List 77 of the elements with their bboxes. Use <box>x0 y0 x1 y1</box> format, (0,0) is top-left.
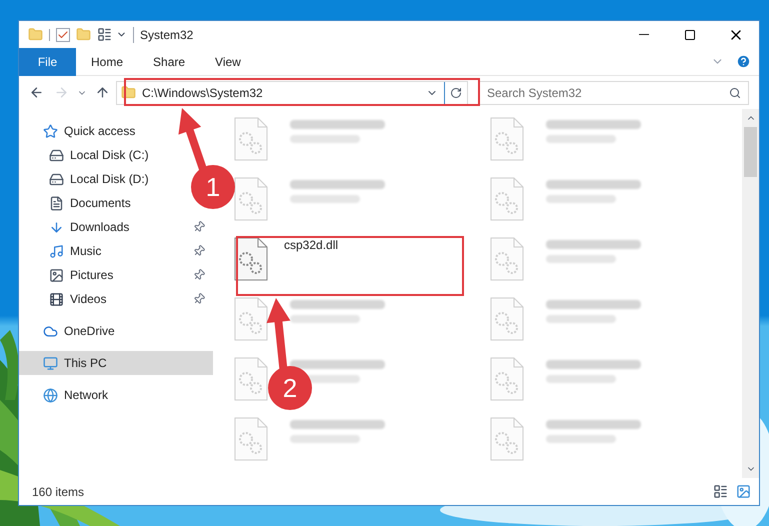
refresh-icon[interactable] <box>450 86 462 98</box>
blurred-type-bar <box>290 195 360 203</box>
help-icon[interactable] <box>736 54 751 69</box>
dll-file-icon <box>234 117 268 161</box>
dll-file-icon <box>234 357 268 401</box>
dll-file-icon <box>490 237 524 281</box>
address-path: C:\Windows\System32 <box>142 84 263 102</box>
dll-file-icon <box>234 177 268 221</box>
dll-file-icon <box>490 357 524 401</box>
dll-file-icon <box>490 297 524 341</box>
monitor-icon <box>43 356 58 370</box>
sidebar-item[interactable]: Network <box>19 383 116 407</box>
drive-icon <box>49 172 64 186</box>
file-name: csp32d.dll <box>284 237 338 253</box>
window-title: System32 <box>140 26 194 44</box>
sidebar-label: Pictures <box>70 267 114 284</box>
sidebar-item[interactable]: Local Disk (C:) <box>19 143 157 167</box>
sidebar-item[interactable]: Local Disk (D:) <box>19 167 157 191</box>
film-icon <box>49 292 64 306</box>
ribbon-tab[interactable]: Home <box>76 48 138 76</box>
sidebar-label: This PC <box>64 355 107 372</box>
sidebar-item[interactable]: Quick access <box>19 119 144 143</box>
dll-file-icon <box>490 177 524 221</box>
sidebar-item[interactable]: Documents <box>19 191 139 215</box>
blurred-type-bar <box>546 195 616 203</box>
sidebar-label: Downloads <box>70 219 130 236</box>
music-note-icon <box>49 244 64 258</box>
view-icon[interactable] <box>97 27 112 42</box>
blurred-type-bar <box>546 135 616 143</box>
sidebar-item[interactable]: This PC <box>19 351 213 375</box>
download-icon <box>49 220 64 234</box>
sidebar-label: Documents <box>70 195 131 212</box>
search-field[interactable]: Search System32 <box>478 80 749 104</box>
large-icons-view-icon[interactable] <box>736 484 751 499</box>
details-view-icon[interactable] <box>713 484 728 499</box>
dll-file-icon <box>234 237 268 281</box>
address-bar[interactable]: C:\Windows\System32 <box>116 80 468 104</box>
blurred-type-bar <box>546 255 616 263</box>
star-icon <box>43 124 58 138</box>
properties-icon[interactable] <box>56 28 70 42</box>
blurred-type-bar <box>546 375 616 383</box>
maximize-icon <box>684 28 696 40</box>
sidebar-label: Network <box>64 387 108 404</box>
dll-file-icon <box>490 117 524 161</box>
sidebar-label: OneDrive <box>64 323 115 340</box>
network-icon <box>43 388 58 402</box>
ribbon-tab[interactable]: Share <box>138 48 200 76</box>
sidebar-label: Music <box>70 243 102 260</box>
document-icon <box>49 196 64 210</box>
minimize-icon <box>639 34 649 35</box>
picture-icon <box>49 268 64 282</box>
blurred-type-bar <box>546 435 616 443</box>
ribbon-tab[interactable]: File <box>19 48 76 76</box>
blurred-type-bar <box>290 315 360 323</box>
sidebar-item[interactable]: Videos <box>19 287 213 311</box>
sidebar-label: Local Disk (C:) <box>70 147 149 164</box>
sidebar-item[interactable]: Downloads <box>19 215 213 239</box>
sidebar-label: Quick access <box>64 123 136 140</box>
item-count: 160 items <box>32 484 84 500</box>
search-icon <box>729 86 741 98</box>
blurred-type-bar <box>546 315 616 323</box>
blurred-type-bar <box>290 435 360 443</box>
sidebar-label: Videos <box>70 291 106 308</box>
sidebar-label: Local Disk (D:) <box>70 171 149 188</box>
cloud-icon <box>43 324 58 338</box>
scrollbar[interactable] <box>742 109 759 478</box>
dll-file-icon <box>490 417 524 461</box>
sidebar-item[interactable]: Music <box>19 239 213 263</box>
dll-file-icon <box>234 417 268 461</box>
dll-file-icon <box>234 297 268 341</box>
scroll-thumb[interactable] <box>744 127 757 177</box>
blurred-type-bar <box>290 135 360 143</box>
sidebar-item[interactable]: OneDrive <box>19 319 123 343</box>
sidebar-item[interactable]: Pictures <box>19 263 213 287</box>
ribbon-tab[interactable]: View <box>200 48 256 76</box>
file-item[interactable]: csp32d.dll <box>230 235 455 293</box>
drive-icon <box>49 148 64 162</box>
